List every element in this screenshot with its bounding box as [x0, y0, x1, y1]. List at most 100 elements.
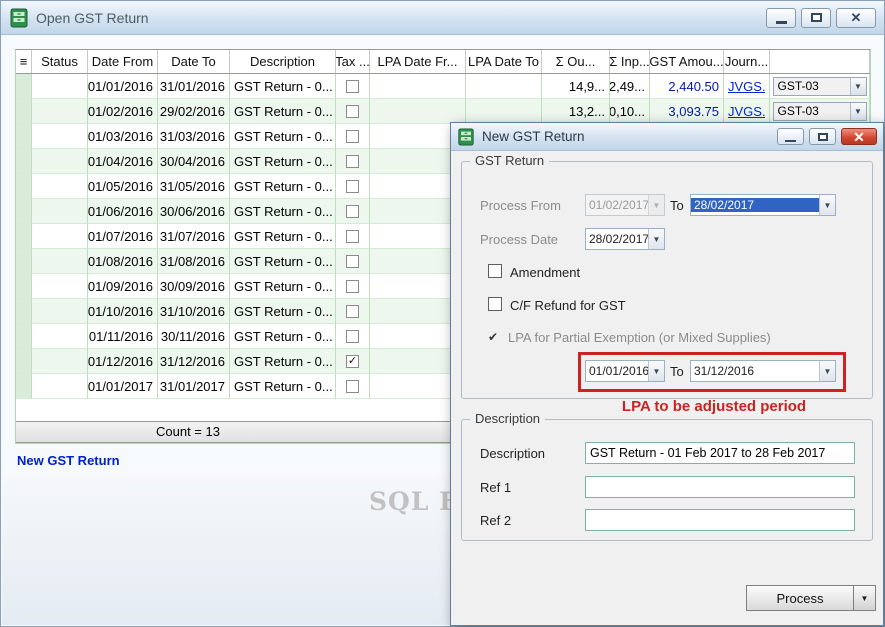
tax-checkbox[interactable] — [346, 205, 359, 218]
gst-return-group-legend: GST Return — [470, 153, 549, 168]
chevron-down-icon[interactable]: ▼ — [819, 361, 835, 381]
col-header-description[interactable]: Description — [230, 50, 336, 73]
description-field[interactable] — [585, 442, 855, 464]
tax-checkbox-cell — [336, 324, 370, 349]
lpa-date-from-cell — [370, 74, 466, 99]
minimize-button[interactable] — [766, 8, 796, 28]
row-selector-cell — [16, 199, 32, 224]
tax-checkbox[interactable] — [346, 330, 359, 343]
status-cell — [32, 99, 88, 124]
dialog-maximize-button[interactable] — [809, 128, 836, 145]
col-header-doc[interactable] — [770, 50, 870, 73]
col-header-journal[interactable]: Journ... — [724, 50, 770, 73]
close-button[interactable]: ✕ — [836, 8, 876, 28]
tax-checkbox[interactable] — [346, 180, 359, 193]
maximize-icon — [811, 13, 822, 22]
row-selector-cell — [16, 99, 32, 124]
date-to-cell: 31/12/2016 — [158, 349, 230, 374]
col-header-gst-amount[interactable]: GST Amou... — [650, 50, 724, 73]
doc-type-value: GST-03 — [774, 104, 850, 118]
tax-checkbox[interactable] — [346, 155, 359, 168]
close-icon: ✕ — [853, 130, 865, 144]
description-cell: GST Return - 0... — [230, 249, 336, 274]
tax-checkbox-cell — [336, 199, 370, 224]
description-cell: GST Return - 0... — [230, 124, 336, 149]
lpa-to-value: 31/12/2016 — [691, 364, 819, 378]
description-cell: GST Return - 0... — [230, 224, 336, 249]
process-to-combo[interactable]: 28/02/2017 ▼ — [690, 194, 836, 216]
chevron-down-icon[interactable]: ▼ — [648, 229, 664, 249]
doc-type-combo[interactable]: GST-03▼ — [773, 102, 867, 121]
tax-checkbox-cell — [336, 224, 370, 249]
col-header-lpa-date-from[interactable]: LPA Date Fr... — [370, 50, 466, 73]
table-row[interactable]: 01/02/201629/02/2016GST Return - 0...13,… — [16, 99, 870, 124]
chevron-down-icon[interactable]: ▼ — [648, 361, 664, 381]
description-cell: GST Return - 0... — [230, 149, 336, 174]
tax-checkbox[interactable] — [346, 80, 359, 93]
row-selector-cell — [16, 149, 32, 174]
process-from-value: 01/02/2017 — [586, 198, 648, 212]
tax-checkbox[interactable]: ✓ — [346, 355, 359, 368]
description-cell: GST Return - 0... — [230, 274, 336, 299]
tax-checkbox[interactable] — [346, 230, 359, 243]
col-header-lpa-date-to[interactable]: LPA Date To — [466, 50, 542, 73]
lpa-to-label: To — [670, 364, 684, 379]
amendment-label: Amendment — [510, 265, 580, 280]
new-gst-return-dialog: New GST Return ✕ GST Return Process From… — [450, 122, 884, 626]
cf-refund-checkbox[interactable] — [488, 297, 502, 311]
tax-checkbox[interactable] — [346, 305, 359, 318]
lpa-to-combo[interactable]: 31/12/2016 ▼ — [690, 360, 836, 382]
amendment-checkbox[interactable] — [488, 264, 502, 278]
process-from-label: Process From — [480, 198, 561, 213]
journal-link[interactable]: JVGS... — [728, 104, 765, 119]
dialog-minimize-button[interactable] — [777, 128, 804, 145]
main-titlebar[interactable]: Open GST Return ✕ — [1, 1, 884, 35]
col-header-sum-input[interactable]: Σ Inp... — [610, 50, 650, 73]
date-to-cell: 30/11/2016 — [158, 324, 230, 349]
row-selector-cell — [16, 174, 32, 199]
process-date-combo[interactable]: 28/02/2017 ▼ — [585, 228, 665, 250]
tax-checkbox[interactable] — [346, 255, 359, 268]
table-row[interactable]: 01/01/201631/01/2016GST Return - 0...14,… — [16, 74, 870, 99]
ref1-field[interactable] — [585, 476, 855, 498]
lpa-check-icon[interactable]: ✔ — [488, 330, 498, 344]
process-button[interactable]: Process — [746, 585, 854, 611]
gst-amount-cell: 2,440.50 — [650, 74, 724, 99]
date-to-cell: 31/07/2016 — [158, 224, 230, 249]
maximize-button[interactable] — [801, 8, 831, 28]
tax-checkbox[interactable] — [346, 130, 359, 143]
tax-checkbox[interactable] — [346, 380, 359, 393]
doc-type-combo[interactable]: GST-03▼ — [773, 77, 867, 96]
status-cell — [32, 224, 88, 249]
maximize-icon — [818, 133, 828, 141]
col-header-date-to[interactable]: Date To — [158, 50, 230, 73]
dialog-titlebar[interactable]: New GST Return ✕ — [451, 123, 883, 151]
process-dropdown-arrow[interactable]: ▼ — [854, 585, 876, 611]
journal-link[interactable]: JVGS... — [728, 79, 765, 94]
row-selector-cell — [16, 124, 32, 149]
chevron-down-icon[interactable]: ▼ — [648, 195, 664, 215]
chevron-down-icon[interactable]: ▼ — [850, 78, 866, 95]
date-to-cell: 30/06/2016 — [158, 199, 230, 224]
process-split-button: Process ▼ — [746, 585, 876, 611]
ref2-field[interactable] — [585, 509, 855, 531]
process-from-combo[interactable]: 01/02/2017 ▼ — [585, 194, 665, 216]
lpa-from-combo[interactable]: 01/01/2016 ▼ — [585, 360, 665, 382]
col-header-selector[interactable]: ≡ — [16, 50, 32, 73]
col-header-status[interactable]: Status — [32, 50, 88, 73]
dialog-icon — [457, 128, 475, 146]
tax-checkbox[interactable] — [346, 105, 359, 118]
lpa-from-value: 01/01/2016 — [586, 364, 648, 378]
new-gst-return-link[interactable]: New GST Return — [17, 453, 120, 468]
col-header-date-from[interactable]: Date From — [88, 50, 158, 73]
col-header-tax[interactable]: Tax ... — [336, 50, 370, 73]
dialog-close-button[interactable]: ✕ — [841, 128, 877, 145]
journal-cell: JVGS... — [724, 99, 770, 124]
sum-output-cell: 14,9... — [542, 74, 610, 99]
col-header-sum-output[interactable]: Σ Ou... — [542, 50, 610, 73]
gst-amount-cell: 3,093.75 — [650, 99, 724, 124]
chevron-down-icon[interactable]: ▼ — [819, 195, 835, 215]
chevron-down-icon[interactable]: ▼ — [850, 103, 866, 120]
row-selector-cell — [16, 324, 32, 349]
tax-checkbox[interactable] — [346, 280, 359, 293]
